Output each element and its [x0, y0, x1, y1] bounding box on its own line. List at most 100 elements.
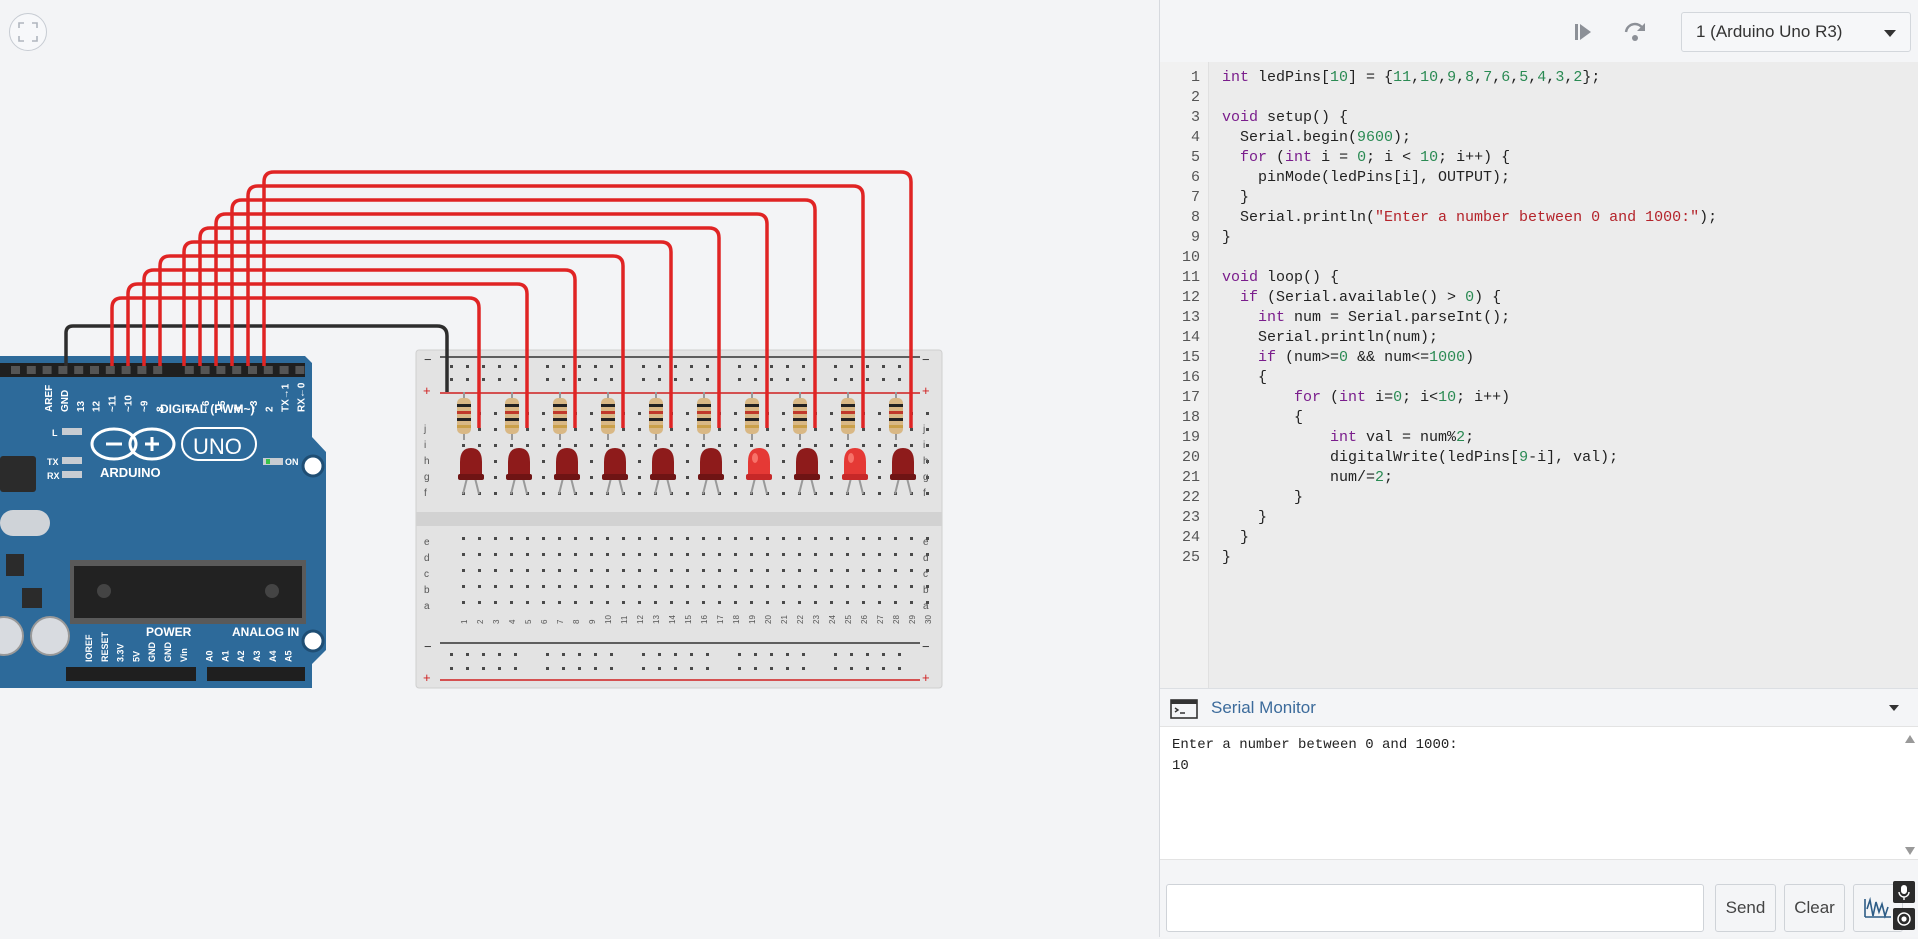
line-number: 17	[1181, 389, 1200, 406]
breadboard-hole	[526, 601, 529, 604]
step-forward-icon[interactable]	[1568, 18, 1596, 46]
code-line[interactable]: 21 num/=2;	[1160, 468, 1918, 488]
breadboard-hole	[670, 585, 673, 588]
breadboard-hole	[846, 585, 849, 588]
breadboard-hole	[910, 444, 913, 447]
board-select[interactable]: 1 (Arduino Uno R3)	[1681, 12, 1911, 52]
code-line[interactable]: 5 for (int i = 0; i < 10; i++) {	[1160, 148, 1918, 168]
column-number: 27	[876, 615, 885, 624]
microphone-button[interactable]	[1893, 881, 1915, 903]
code-line[interactable]: 25}	[1160, 548, 1918, 568]
header-pin	[26, 366, 36, 374]
code-line[interactable]: 14 Serial.println(num);	[1160, 328, 1918, 348]
code-editor[interactable]: 1 int ledPins[10] = {11,10,9,8,7,6,5,4,3,…	[1160, 62, 1918, 688]
breadboard-hole	[542, 444, 545, 447]
breadboard-hole	[878, 537, 881, 540]
code-line[interactable]: 18 {	[1160, 408, 1918, 428]
header-pin	[279, 366, 289, 374]
code-text: {	[1222, 409, 1304, 426]
resistor-band	[697, 425, 711, 428]
serial-output[interactable]: Enter a number between 0 and 1000: 10	[1160, 726, 1918, 860]
breadboard-hole	[878, 444, 881, 447]
pin-label: 3.3V	[116, 643, 126, 662]
code-line[interactable]: 8 Serial.println("Enter a number between…	[1160, 208, 1918, 228]
breadboard-hole	[702, 585, 705, 588]
resistor	[745, 398, 759, 434]
header-pin	[184, 366, 194, 374]
row-label: g	[424, 472, 430, 483]
rail-hole	[594, 667, 597, 670]
pin-label: A2	[236, 650, 246, 662]
resistor-band	[793, 404, 807, 407]
breadboard-hole	[494, 569, 497, 572]
column-number: 2	[476, 619, 485, 624]
circuit-canvas[interactable]: AREF GND 13 12 ~11 ~10 ~9 8 7 ~6 ~5 4 ~3 2 TX→1 RX←0 DIG…	[0, 0, 1159, 937]
column-number: 5	[524, 619, 533, 624]
row-label: d	[923, 553, 929, 564]
line-number: 2	[1190, 89, 1200, 106]
rail-hole	[866, 653, 869, 656]
header-pin	[295, 366, 305, 374]
breadboard-hole	[574, 569, 577, 572]
code-text: void loop() {	[1222, 269, 1340, 286]
rail-hole	[898, 653, 901, 656]
code-line[interactable]: 3 void setup() {	[1160, 108, 1918, 128]
breadboard-hole	[878, 601, 881, 604]
breadboard-hole	[494, 553, 497, 556]
code-line[interactable]: 15 if (num>=0 && num<=1000)	[1160, 348, 1918, 368]
serial-input[interactable]	[1166, 884, 1704, 932]
code-line[interactable]: 24 }	[1160, 528, 1918, 548]
code-line[interactable]: 10	[1160, 248, 1918, 268]
collapse-chevron-icon[interactable]	[1889, 705, 1899, 711]
crystal	[0, 510, 50, 536]
code-line[interactable]: 20 digitalWrite(ledPins[9-i], val);	[1160, 448, 1918, 468]
resistor-band	[793, 411, 807, 414]
line-number: 15	[1181, 349, 1200, 366]
step-over-icon[interactable]	[1621, 18, 1649, 46]
led-off	[796, 448, 818, 478]
breadboard-hole	[878, 476, 881, 479]
code-text: {	[1222, 369, 1268, 386]
code-text: Serial.println("Enter a number between 0…	[1222, 209, 1718, 226]
led-off	[892, 448, 914, 478]
code-line[interactable]: 12 if (Serial.available() > 0) {	[1160, 288, 1918, 308]
resistor-band	[745, 418, 759, 421]
line-number: 3	[1190, 109, 1200, 126]
code-line[interactable]: 9}	[1160, 228, 1918, 248]
send-button[interactable]: Send	[1715, 884, 1776, 932]
code-line[interactable]: 2	[1160, 88, 1918, 108]
pin-label: A4	[268, 650, 278, 662]
code-line[interactable]: 4 Serial.begin(9600);	[1160, 128, 1918, 148]
code-text: digitalWrite(ledPins[9-i], val);	[1222, 449, 1619, 466]
clear-button[interactable]: Clear	[1784, 884, 1845, 932]
scroll-up-arrow[interactable]	[1905, 735, 1915, 743]
rail-hole	[466, 667, 469, 670]
breadboard-hole	[478, 537, 481, 540]
code-line[interactable]: 23 }	[1160, 508, 1918, 528]
breadboard-hole	[494, 492, 497, 495]
pin-label: ~11	[108, 395, 119, 412]
record-button[interactable]	[1893, 908, 1915, 930]
breadboard-hole	[782, 601, 785, 604]
code-line[interactable]: 6 pinMode(ledPins[i], OUTPUT);	[1160, 168, 1918, 188]
code-line[interactable]: 13 int num = Serial.parseInt();	[1160, 308, 1918, 328]
serial-monitor-header[interactable]: Serial Monitor	[1160, 688, 1918, 727]
breadboard-hole	[782, 553, 785, 556]
code-text: }	[1222, 509, 1268, 526]
code-line[interactable]: 19 int val = num%2;	[1160, 428, 1918, 448]
code-line[interactable]: 22 }	[1160, 488, 1918, 508]
code-line[interactable]: 7 }	[1160, 188, 1918, 208]
code-line[interactable]: 1 int ledPins[10] = {11,10,9,8,7,6,5,4,3,…	[1160, 68, 1918, 88]
code-line[interactable]: 16 {	[1160, 368, 1918, 388]
scroll-down-arrow[interactable]	[1905, 847, 1915, 855]
rail-hole	[898, 378, 901, 381]
code-line[interactable]: 11 void loop() {	[1160, 268, 1918, 288]
resistor-band	[841, 425, 855, 428]
rail-hole	[674, 365, 677, 368]
code-line[interactable]: 17 for (int i=0; i<10; i++)	[1160, 388, 1918, 408]
rail-hole	[754, 378, 757, 381]
resistor-band	[649, 418, 663, 421]
line-number: 8	[1190, 209, 1200, 226]
breadboard-hole	[782, 476, 785, 479]
resistor	[553, 398, 567, 434]
